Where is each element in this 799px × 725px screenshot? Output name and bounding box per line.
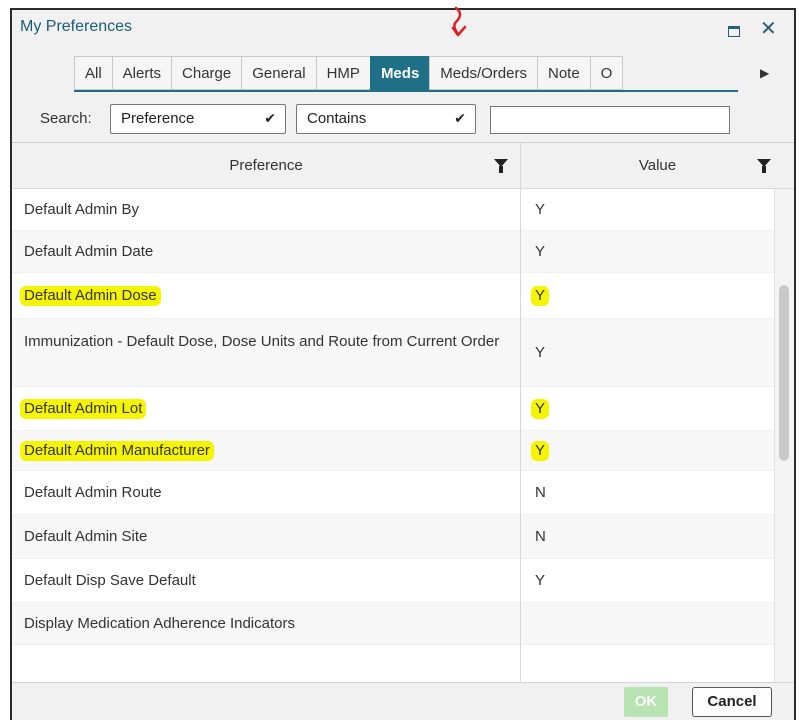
search-field-value: Preference (121, 110, 195, 127)
tab-alerts[interactable]: Alerts (111, 56, 172, 90)
table-row[interactable]: Default Admin Route N (12, 471, 774, 515)
preference-cell: Default Admin Lot (20, 398, 504, 420)
preference-name: Default Admin Lot (20, 399, 147, 419)
preference-name: Default Admin By (24, 201, 140, 218)
grid-body: Default Admin By Y Default Admin Date Y Defa… (12, 189, 774, 645)
preference-cell: Default Admin Dose (20, 285, 504, 307)
tab-hmp[interactable]: HMP (315, 56, 370, 90)
preferences-grid: Preference Value Default Admin By Y Defaul… (12, 142, 794, 682)
filter-icon[interactable] (494, 159, 508, 173)
table-row[interactable]: Default Admin Lot Y (12, 387, 774, 431)
column-header-preference[interactable]: Preference (12, 143, 520, 189)
title-bar: My Preferences ✕ (12, 10, 794, 48)
preference-cell: Default Admin Site (24, 526, 504, 548)
dialog-footer: OK Cancel (12, 682, 794, 720)
table-row[interactable]: Display Medication Adherence Indicators (12, 603, 774, 645)
tab-strip: All Alerts Charge General HMP Meds Meds/Orders… (74, 56, 624, 90)
search-field-select[interactable]: Preference ✔ (110, 104, 286, 134)
table-row[interactable]: Default Admin Dose Y (12, 273, 774, 319)
search-operator-select[interactable]: Contains ✔ (296, 104, 476, 134)
preference-cell: Default Admin Route (24, 482, 504, 504)
preference-value-text: Y (535, 572, 546, 589)
preference-value: Y (535, 572, 545, 589)
filter-icon[interactable] (757, 159, 771, 173)
preference-value: Y (535, 243, 545, 260)
search-operator-value: Contains (307, 110, 367, 127)
preference-value-text: Y (531, 399, 550, 419)
tab-note[interactable]: Note (536, 56, 590, 90)
preference-cell: Default Disp Save Default (24, 570, 504, 592)
column-header-value[interactable]: Value (521, 143, 794, 189)
preference-value-text: Y (531, 441, 550, 461)
preferences-dialog: My Preferences ✕ All Alerts Charge General H… (10, 6, 796, 720)
preference-name: Display Medication Adherence Indicators (24, 615, 295, 632)
table-row[interactable]: Default Admin Manufacturer Y (12, 431, 774, 471)
preference-cell: Display Medication Adherence Indicators (24, 613, 504, 635)
column-header-value-label: Value (638, 157, 677, 174)
preference-value: N (535, 528, 546, 545)
dialog-title: My Preferences (20, 18, 133, 35)
chevron-down-icon: ✔ (454, 110, 466, 126)
grid-header: Preference Value (12, 143, 794, 189)
preference-cell: Immunization - Default Dose, Dose Units … (24, 331, 504, 353)
table-row[interactable]: Immunization - Default Dose, Dose Units … (12, 319, 774, 387)
vertical-scrollbar[interactable] (774, 189, 794, 682)
preference-name: Default Admin Site (24, 528, 148, 545)
tab-o[interactable]: O (589, 56, 624, 90)
preference-value-text: N (535, 528, 546, 545)
table-row[interactable]: Default Admin Site N (12, 515, 774, 559)
preference-name: Default Admin Manufacturer (20, 441, 214, 461)
preference-value-text: N (535, 484, 546, 501)
annotation-arrow-icon (451, 6, 467, 37)
preference-value: Y (531, 441, 550, 461)
preference-value: Y (535, 201, 545, 218)
cancel-button[interactable]: Cancel (692, 687, 772, 717)
preference-name: Default Admin Dose (20, 286, 161, 306)
preference-value-text: Y (535, 344, 546, 361)
preference-value-text: Y (535, 243, 546, 260)
search-label: Search: (40, 110, 92, 127)
tab-general[interactable]: General (241, 56, 316, 90)
maximize-icon[interactable] (728, 26, 740, 37)
chevron-down-icon: ✔ (264, 110, 276, 126)
preference-cell: Default Admin Manufacturer (20, 440, 504, 462)
tab-underline (74, 90, 738, 92)
table-row[interactable]: Default Admin By Y (12, 189, 774, 231)
preference-name: Default Disp Save Default (24, 572, 196, 589)
preference-name: Default Admin Date (24, 243, 154, 260)
preference-value: Y (535, 344, 545, 361)
tab-meds-orders[interactable]: Meds/Orders (429, 56, 537, 90)
preference-name: Default Admin Route (24, 484, 162, 501)
column-header-preference-label: Preference (229, 157, 303, 174)
tab-meds[interactable]: Meds (369, 56, 430, 90)
scrollbar-thumb[interactable] (779, 285, 789, 461)
close-icon[interactable]: ✕ (760, 18, 777, 40)
preference-value-text: Y (531, 286, 550, 306)
preference-value-text: Y (535, 201, 546, 218)
preference-cell: Default Admin By (24, 199, 504, 221)
preference-value: Y (531, 399, 550, 419)
ok-button[interactable]: OK (624, 687, 668, 717)
preference-value: N (535, 484, 546, 501)
preference-name: Immunization - Default Dose, Dose Units … (24, 333, 500, 350)
preference-cell: Default Admin Date (24, 241, 504, 263)
search-input[interactable] (490, 106, 730, 134)
scroll-tabs-right-icon[interactable]: ▶ (760, 66, 769, 80)
tab-all[interactable]: All (74, 56, 112, 90)
tab-charge[interactable]: Charge (171, 56, 242, 90)
table-row[interactable]: Default Admin Date Y (12, 231, 774, 273)
preference-value: Y (531, 286, 550, 306)
column-divider (520, 143, 521, 682)
table-row[interactable]: Default Disp Save Default Y (12, 559, 774, 603)
